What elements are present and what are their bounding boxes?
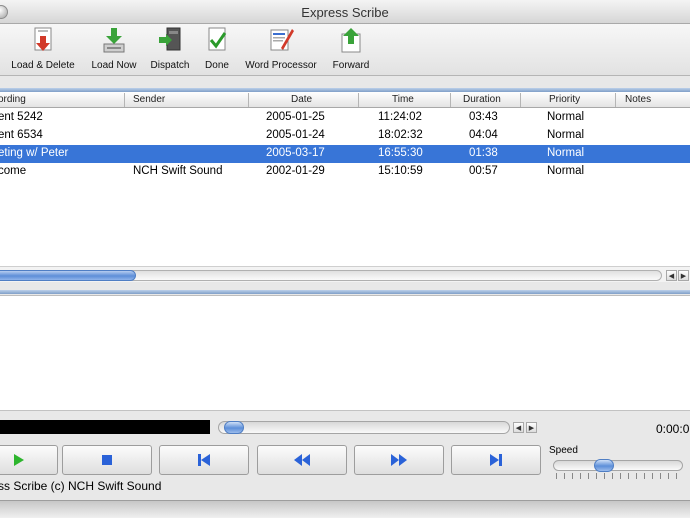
load-delete-icon: [34, 27, 52, 51]
forward-label: Forward: [332, 60, 370, 71]
load-now-label: Load Now: [91, 60, 137, 71]
table-row[interactable]: ent 5242 2005-01-25 11:24:02 03:43 Norma…: [0, 109, 690, 127]
cell-priority: Normal: [547, 147, 585, 159]
speed-label: Speed: [549, 445, 578, 456]
table-row[interactable]: come NCH Swift Sound 2002-01-29 15:10:59…: [0, 163, 690, 181]
play-button[interactable]: [0, 445, 58, 475]
window-bottom-edge: [0, 500, 690, 518]
position-forward-arrow-icon[interactable]: ▶: [526, 422, 537, 433]
notes-divider[interactable]: [0, 290, 690, 294]
load-now-icon: [103, 28, 125, 53]
cell-sender: NCH Swift Sound: [133, 165, 223, 177]
table-horizontal-scrollbar[interactable]: ◀ ▶: [0, 266, 690, 282]
cell-date: 2005-03-17: [266, 147, 325, 159]
cell-time: 11:24:02: [378, 111, 422, 123]
position-slider-thumb[interactable]: [224, 421, 244, 434]
column-date[interactable]: Date: [291, 94, 312, 105]
scrollbar-thumb[interactable]: [0, 270, 136, 281]
cell-priority: Normal: [547, 129, 585, 141]
rewind-button[interactable]: [257, 445, 347, 475]
notes-text-area[interactable]: [0, 295, 690, 410]
toolbar: Load & Delete Load Now Dispatch Done Wor…: [0, 24, 690, 76]
forward-button[interactable]: Forward: [328, 26, 374, 74]
recordings-table: ording Sender Date Time Duration Priorit…: [0, 92, 690, 270]
cell-duration: 04:04: [469, 129, 498, 141]
cell-duration: 03:43: [469, 111, 498, 123]
dispatch-label: Dispatch: [150, 60, 190, 71]
cell-priority: Normal: [547, 165, 585, 177]
done-icon: [208, 27, 227, 51]
table-row[interactable]: ent 6534 2005-01-24 18:02:32 04:04 Norma…: [0, 127, 690, 145]
cell-time: 15:10:59: [378, 165, 423, 177]
rewind-icon: [294, 454, 310, 466]
fast-forward-icon: [391, 454, 407, 466]
column-priority[interactable]: Priority: [549, 94, 580, 105]
column-duration[interactable]: Duration: [463, 94, 501, 105]
stop-icon: [102, 455, 112, 465]
cell-priority: Normal: [547, 111, 585, 123]
window-title: Express Scribe: [301, 5, 389, 20]
skip-to-start-icon: [198, 454, 210, 466]
table-row-selected[interactable]: eting w/ Peter 2005-03-17 16:55:30 01:38…: [0, 145, 690, 163]
column-sender[interactable]: Sender: [133, 94, 165, 105]
scroll-right-arrow-icon[interactable]: ▶: [678, 270, 689, 281]
cell-recording: ent 5242: [0, 111, 43, 123]
playback-time: 0:00:0: [656, 422, 690, 436]
fast-forward-button[interactable]: [354, 445, 444, 475]
cell-duration: 01:38: [469, 147, 498, 159]
speed-slider-track[interactable]: [553, 460, 683, 471]
load-delete-label: Load & Delete: [11, 60, 75, 71]
skip-to-end-icon: [490, 454, 502, 466]
table-header: ording Sender Date Time Duration Priorit…: [0, 92, 690, 108]
column-recording[interactable]: ording: [0, 94, 26, 105]
word-processor-label: Word Processor: [245, 60, 317, 71]
done-label: Done: [205, 60, 229, 71]
skip-to-end-button[interactable]: [451, 445, 541, 475]
stop-button[interactable]: [62, 445, 152, 475]
cell-recording: eting w/ Peter: [0, 147, 69, 159]
column-time[interactable]: Time: [392, 94, 414, 105]
cell-date: 2005-01-25: [266, 111, 325, 123]
dispatch-button[interactable]: Dispatch: [146, 26, 194, 74]
cell-recording: come: [0, 165, 27, 177]
load-now-button[interactable]: Load Now: [86, 26, 142, 74]
speed-slider-thumb[interactable]: [594, 459, 614, 472]
title-bar: Express Scribe: [0, 0, 690, 24]
audio-level-meter: [0, 420, 210, 434]
cell-date: 2005-01-24: [266, 129, 325, 141]
position-slider-track[interactable]: [218, 421, 510, 434]
word-processor-button[interactable]: Word Processor: [238, 26, 324, 74]
done-button[interactable]: Done: [200, 26, 234, 74]
scroll-left-arrow-icon[interactable]: ◀: [666, 270, 677, 281]
position-back-arrow-icon[interactable]: ◀: [513, 422, 524, 433]
cell-duration: 00:57: [469, 165, 498, 177]
cell-time: 18:02:32: [378, 129, 423, 141]
word-processor-icon: [270, 29, 294, 51]
cell-time: 16:55:30: [378, 147, 423, 159]
load-delete-button[interactable]: Load & Delete: [6, 26, 80, 74]
skip-to-start-button[interactable]: [159, 445, 249, 475]
cell-date: 2002-01-29: [266, 165, 325, 177]
play-icon: [14, 454, 24, 466]
speed-slider-ticks: [556, 473, 684, 479]
column-notes[interactable]: Notes: [625, 94, 651, 105]
forward-icon: [341, 28, 361, 53]
dispatch-icon: [159, 27, 181, 51]
cell-recording: ent 6534: [0, 129, 43, 141]
status-bar-text: ss Scribe (c) NCH Swift Sound: [0, 479, 162, 493]
